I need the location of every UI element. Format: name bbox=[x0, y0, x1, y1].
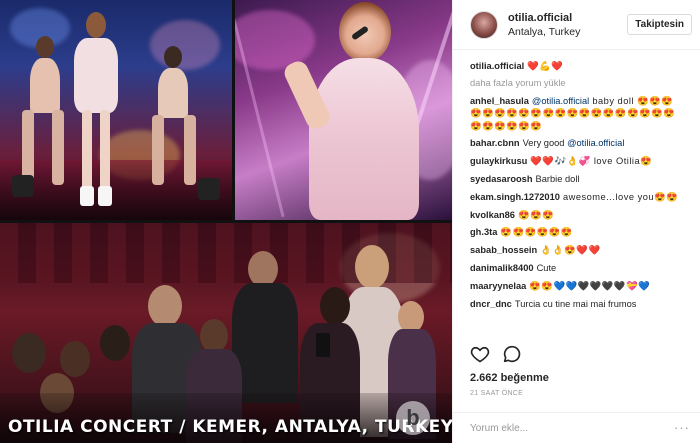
comment-text: 😍😍💙💙🖤🖤🖤🖤💝💙 bbox=[529, 280, 651, 291]
post-header: otilia.official Antalya, Turkey Takiptes… bbox=[453, 0, 700, 50]
comment-input[interactable] bbox=[470, 422, 683, 434]
list-item: gh.3ta 😍😍😍😍😍😍 bbox=[470, 226, 683, 238]
load-more-comments-link[interactable]: daha fazla yorum yükle bbox=[470, 78, 683, 88]
comment-username[interactable]: ekam.singh.1272010 bbox=[470, 192, 560, 202]
more-dots-icon[interactable]: ··· bbox=[674, 420, 690, 435]
comment-username[interactable]: syedasaroosh bbox=[470, 174, 533, 184]
comment-username[interactable]: anhel_hasula bbox=[470, 96, 529, 106]
caption-text: ❤️💪❤️ bbox=[527, 61, 564, 71]
comment-username[interactable]: bahar.cbnn bbox=[470, 138, 520, 148]
following-button[interactable]: Takiptesin bbox=[627, 14, 692, 35]
comment-text: Barbie doll bbox=[535, 174, 580, 184]
list-item: gulaykirkusu ❤️❤️🎶👌💞 love Otilia😍 bbox=[470, 155, 683, 167]
comment-text: Cute bbox=[536, 262, 557, 273]
comment-mention[interactable]: @otilia.official bbox=[532, 96, 589, 106]
likes-count[interactable]: 2.662 beğenme bbox=[470, 372, 549, 384]
heart-outline-icon[interactable] bbox=[470, 344, 490, 364]
watermark-logo: b bbox=[396, 401, 430, 435]
comment-username[interactable]: danimalik8400 bbox=[470, 263, 534, 273]
add-comment-bar bbox=[453, 412, 700, 443]
comment-username[interactable]: kvolkan86 bbox=[470, 210, 515, 220]
list-item: bahar.cbnn Very good @otilia.official bbox=[470, 137, 683, 149]
list-item: dncr_dnc Turcia cu tine mai mai frumos bbox=[470, 298, 683, 310]
post-actions bbox=[470, 344, 522, 364]
comments-list: otilia.official ❤️💪❤️ daha fazla yorum yü… bbox=[453, 50, 700, 340]
post-photo[interactable]: OTILIA CONCERT / KEMER, ANTALYA, TURKEY … bbox=[0, 0, 452, 443]
comment-text: 😍😍😍 bbox=[517, 209, 555, 220]
speech-bubble-icon[interactable] bbox=[502, 344, 522, 364]
photo-panel-singer-closeup bbox=[235, 0, 452, 220]
comment-text: 👌👌😍❤️❤️ bbox=[540, 245, 601, 256]
comment-text: awesome...love you😍😍 bbox=[562, 191, 679, 202]
list-item: ekam.singh.1272010 awesome...love you😍😍 bbox=[470, 191, 683, 203]
comment-text: ❤️❤️🎶👌💞 love Otilia😍 bbox=[530, 156, 653, 167]
comment-text: Turcia cu tine mai mai frumos bbox=[514, 298, 637, 309]
caption-username[interactable]: otilia.official bbox=[470, 61, 524, 71]
comment-username[interactable]: sabab_hossein bbox=[470, 245, 537, 255]
comment-text: Very good bbox=[522, 138, 568, 149]
list-item: danimalik8400 Cute bbox=[470, 262, 683, 274]
photo-panel-stage-dancers bbox=[0, 0, 232, 220]
post-location[interactable]: Antalya, Turkey bbox=[508, 25, 627, 39]
photo-panel-crowd bbox=[0, 223, 452, 443]
list-item: anhel_hasula @otilia.official baby doll 😍… bbox=[470, 95, 683, 132]
post-author-info: otilia.official Antalya, Turkey bbox=[508, 11, 627, 39]
list-item: syedasaroosh Barbie doll bbox=[470, 173, 683, 185]
list-item: maaryynelaa 😍😍💙💙🖤🖤🖤🖤💝💙 bbox=[470, 280, 683, 292]
comment-username[interactable]: gulaykirkusu bbox=[470, 156, 527, 166]
comment-username[interactable]: gh.3ta bbox=[470, 227, 497, 237]
list-item: sabab_hossein 👌👌😍❤️❤️ bbox=[470, 244, 683, 256]
comment-text: 😍😍😍😍😍😍 bbox=[500, 227, 573, 238]
post-caption: otilia.official ❤️💪❤️ bbox=[470, 60, 683, 72]
post-sidebar: otilia.official Antalya, Turkey Takiptes… bbox=[452, 0, 700, 443]
list-item: kvolkan86 😍😍😍 bbox=[470, 209, 683, 221]
author-username[interactable]: otilia.official bbox=[508, 11, 627, 25]
post-timestamp: 21 SAAT ÖNCE bbox=[470, 390, 524, 397]
comment-mention[interactable]: @otilia.official bbox=[567, 138, 624, 148]
avatar[interactable] bbox=[470, 10, 498, 39]
comment-username[interactable]: dncr_dnc bbox=[470, 299, 512, 309]
comment-username[interactable]: maaryynelaa bbox=[470, 281, 526, 291]
photo-caption: OTILIA CONCERT / KEMER, ANTALYA, TURKEY bbox=[8, 417, 452, 437]
